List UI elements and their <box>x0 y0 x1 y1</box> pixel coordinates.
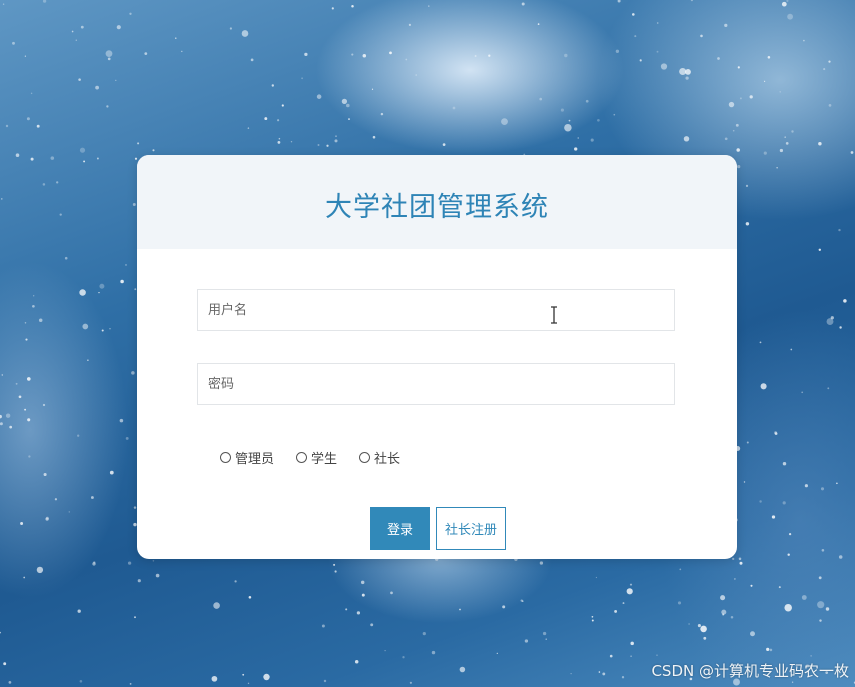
page-title: 大学社团管理系统 <box>325 191 549 223</box>
username-input[interactable] <box>197 289 675 331</box>
role-label-admin: 管理员 <box>235 452 275 467</box>
login-button[interactable]: 登录 <box>370 507 430 550</box>
login-card: 大学社团管理系统 管理员 学生 社长 登录 社长注册 <box>137 155 737 559</box>
register-button[interactable]: 社长注册 <box>436 507 506 550</box>
text-cursor-icon <box>551 306 557 324</box>
role-option-president[interactable]: 社长 <box>359 448 400 467</box>
radio-icon[interactable] <box>296 452 308 463</box>
role-label-president: 社长 <box>374 452 401 467</box>
card-header: 大学社团管理系统 <box>137 155 737 249</box>
password-input[interactable] <box>197 363 675 405</box>
radio-icon[interactable] <box>220 452 231 463</box>
role-option-student[interactable]: 学生 <box>296 448 337 467</box>
role-label-student: 学生 <box>311 452 338 467</box>
radio-icon[interactable] <box>359 452 371 463</box>
watermark: CSDN @计算机专业码农一枚 <box>651 662 849 680</box>
role-option-admin[interactable]: 管理员 <box>220 448 274 467</box>
role-radio-group: 管理员 学生 社长 <box>220 448 422 467</box>
